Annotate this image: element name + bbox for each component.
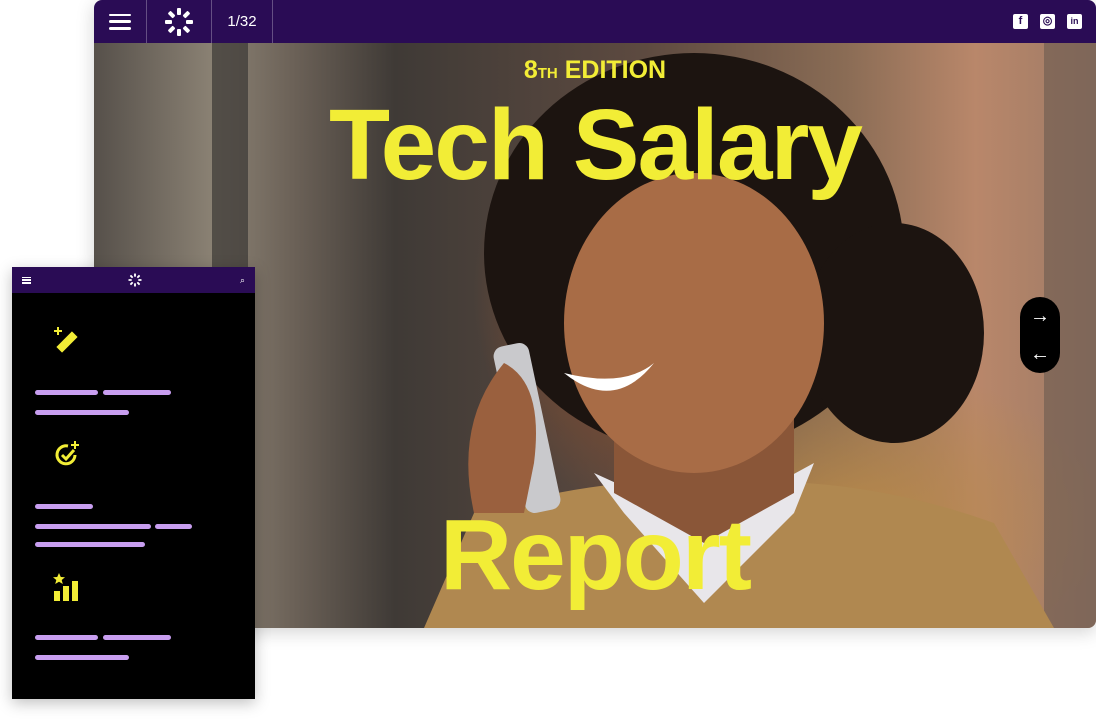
edition-number: 8 [523, 56, 538, 84]
hamburger-icon [109, 13, 131, 30]
page-indicator: 1/32 [212, 0, 273, 43]
facebook-icon[interactable]: f [1013, 14, 1028, 29]
placeholder-line [35, 655, 129, 660]
placeholder-line [35, 542, 145, 547]
linkedin-icon[interactable]: in [1067, 14, 1082, 29]
placeholder-line [35, 410, 129, 415]
placeholder-line [103, 635, 171, 640]
logo-icon [165, 7, 193, 36]
logo-icon[interactable] [128, 273, 143, 287]
placeholder-line [35, 390, 98, 395]
placeholder-line [35, 635, 98, 640]
hamburger-icon[interactable] [22, 276, 31, 284]
mobile-top-bar: ⌕ [12, 267, 255, 293]
placeholder-line [35, 524, 151, 529]
menu-button[interactable] [94, 0, 147, 43]
star-bar-chart-icon [53, 573, 78, 601]
slide-navigation: → ← [1020, 297, 1060, 373]
next-arrow-icon[interactable]: → [1030, 306, 1050, 326]
search-icon[interactable]: ⌕ [240, 275, 245, 285]
edition-suffix: TH [537, 65, 558, 82]
magic-pencil-icon [54, 327, 78, 353]
edition-word: EDITION [564, 56, 667, 84]
brand-logo[interactable] [147, 0, 212, 43]
edition-label: 8TH EDITION [94, 56, 1096, 85]
placeholder-line [155, 524, 192, 529]
instagram-icon[interactable]: ◎ [1040, 14, 1055, 29]
placeholder-line [35, 504, 93, 509]
placeholder-line [103, 390, 171, 395]
check-sparkle-icon [55, 441, 79, 466]
top-navigation-bar: 1/32 f ◎ in [94, 0, 1096, 43]
social-links: f ◎ in [1013, 0, 1096, 43]
previous-arrow-icon[interactable]: ← [1030, 344, 1050, 364]
report-title-line1: Tech Salary [328, 89, 863, 201]
mobile-preview: ⌕ [12, 267, 255, 699]
